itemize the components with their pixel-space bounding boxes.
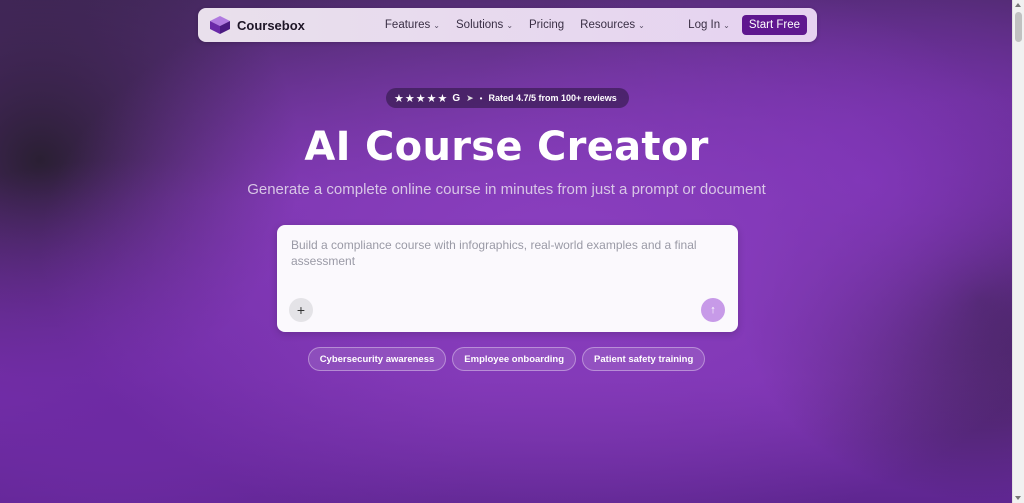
scroll-up-arrow-icon[interactable]	[1015, 3, 1021, 7]
prompt-box: + ↑	[277, 225, 738, 332]
rating-badge: ★★★★★ G ➤ • Rated 4.7/5 from 100+ review…	[386, 88, 629, 108]
nav-item-label: Resources	[580, 19, 636, 31]
nav-actions: Log In ⌄ Start Free	[688, 15, 807, 35]
nav-item-solutions[interactable]: Solutions ⌄	[456, 19, 513, 31]
chevron-down-icon: ⌄	[638, 20, 645, 30]
arrow-up-icon: ↑	[710, 304, 716, 316]
brand-name: Coursebox	[237, 17, 305, 33]
nav-item-label: Features	[384, 19, 431, 31]
chip-patient-safety-training[interactable]: Patient safety training	[582, 347, 706, 371]
scroll-thumb[interactable]	[1015, 12, 1022, 42]
page-scrollbar[interactable]	[1012, 0, 1024, 503]
start-free-button[interactable]: Start Free	[741, 15, 807, 35]
page-subtitle: Generate a complete online course in min…	[247, 181, 766, 198]
attach-button[interactable]: +	[289, 298, 313, 322]
page-title: AI Course Creator	[304, 124, 709, 170]
chip-cybersecurity-awareness[interactable]: Cybersecurity awareness	[307, 347, 447, 371]
login-link[interactable]: Log In ⌄	[688, 19, 730, 31]
plus-icon: +	[296, 302, 306, 318]
chevron-down-icon: ⌄	[433, 20, 440, 30]
google-icon: G	[452, 92, 461, 104]
chevron-down-icon: ⌄	[723, 20, 730, 30]
scroll-down-arrow-icon[interactable]	[1015, 496, 1021, 500]
capterra-icon: ➤	[466, 92, 474, 103]
nav-item-resources[interactable]: Resources ⌄	[580, 19, 645, 31]
login-label: Log In	[688, 19, 721, 31]
cube-logo-icon	[210, 16, 230, 34]
suggestion-chips: Cybersecurity awareness Employee onboard…	[0, 347, 1013, 371]
top-navigation: Coursebox Features ⌄ Solutions ⌄ Pricing…	[198, 8, 817, 42]
separator-dot: •	[479, 93, 483, 103]
nav-item-features[interactable]: Features ⌄	[385, 19, 440, 31]
rating-text: Rated 4.7/5 from 100+ reviews	[488, 93, 617, 103]
brand-logo[interactable]: Coursebox	[209, 15, 305, 35]
chevron-down-icon: ⌄	[506, 20, 514, 30]
nav-item-pricing[interactable]: Pricing	[529, 19, 564, 31]
nav-links: Features ⌄ Solutions ⌄ Pricing Resources…	[385, 19, 661, 31]
star-rating-icon: ★★★★★	[394, 92, 449, 105]
chip-employee-onboarding[interactable]: Employee onboarding	[452, 347, 577, 371]
prompt-input[interactable]	[289, 235, 723, 289]
nav-item-label: Pricing	[529, 19, 565, 31]
nav-item-label: Solutions	[456, 19, 504, 31]
submit-prompt-button[interactable]: ↑	[701, 298, 725, 322]
